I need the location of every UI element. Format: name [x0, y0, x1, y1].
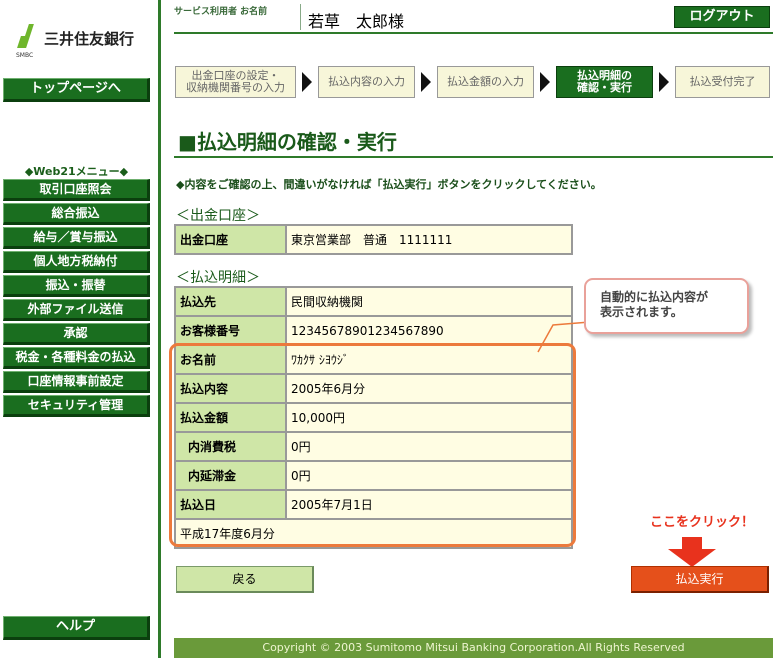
table-row: お客様番号 12345678901234567890 [174, 315, 573, 346]
instruction-text: ◆内容をご確認の上、間違いがなければ「払込実行」ボタンをクリックしてください。 [176, 178, 602, 191]
sidebar-item-security[interactable]: セキュリティ管理 [3, 395, 150, 417]
callout-text: 自動的に払込内容が [600, 290, 709, 304]
page-title: ■払込明細の確認・実行 [178, 130, 397, 154]
sidebar-item-general-transfer[interactable]: 総合振込 [3, 203, 150, 225]
step-label: 払込受付完了 [689, 75, 756, 88]
click-hint: ここをクリック！ [650, 515, 755, 530]
table-row: 出金口座 東京営業部 普通 1111111 [174, 224, 573, 255]
row-label: 払込先 [174, 286, 287, 317]
title-rule [174, 156, 773, 158]
execute-payment-button[interactable]: 払込実行 [631, 566, 769, 593]
withdrawal-table: 出金口座 東京営業部 普通 1111111 [174, 224, 573, 255]
step-label: 払込金額の入力 [447, 75, 524, 88]
callout-bubble: 自動的に払込内容が 表示されます。 [584, 278, 749, 334]
step-confirm-execute: 払込明細の 確認・実行 [556, 66, 653, 98]
step-payment-content: 払込内容の入力 [318, 66, 415, 98]
step-arrow-icon [302, 72, 312, 92]
help-button[interactable]: ヘルプ [3, 616, 150, 640]
sidebar-item-file-send[interactable]: 外部ファイル送信 [3, 299, 150, 321]
sidebar-item-transfer[interactable]: 振込・振替 [3, 275, 150, 297]
step-payment-amount: 払込金額の入力 [437, 66, 534, 98]
footer-copyright: Copyright © 2003 Sumitomo Mitsui Banking… [174, 638, 773, 658]
step-complete: 払込受付完了 [675, 66, 770, 98]
sidebar-item-tax-payment[interactable]: 税金・各種料金の払込 [3, 347, 150, 369]
row-value: 民間収納機関 [285, 286, 573, 317]
user-name: 若草 太郎様 [308, 12, 405, 31]
auto-filled-highlight [169, 343, 576, 547]
sidebar-item-approval[interactable]: 承認 [3, 323, 150, 345]
sidebar-item-account-inquiry[interactable]: 取引口座照会 [3, 179, 150, 201]
sidebar-divider [158, 0, 161, 658]
step-label: 払込内容の入力 [328, 75, 405, 88]
bank-sub: SMBC [16, 52, 34, 59]
header-rule [174, 32, 773, 34]
step-label: 収納機関番号の入力 [186, 81, 285, 94]
step-account-setup: 出金口座の設定・ 収納機関番号の入力 [175, 66, 296, 98]
withdrawal-value: 東京営業部 普通 1111111 [285, 224, 573, 255]
row-value: 12345678901234567890 [285, 315, 573, 346]
header-divider [300, 4, 301, 30]
smbc-leaf-icon [17, 22, 34, 48]
table-row: 払込先 民間収納機関 [174, 286, 573, 317]
step-label: 確認・実行 [577, 81, 632, 94]
top-page-button[interactable]: トップページへ [3, 78, 150, 102]
bank-name: 三井住友銀行 [44, 30, 135, 48]
callout-text: 表示されます。 [600, 305, 683, 319]
row-label: お客様番号 [174, 315, 287, 346]
sidebar-item-account-presetting[interactable]: 口座情報事前設定 [3, 371, 150, 393]
details-section-title: ＜払込明細＞ [176, 270, 260, 286]
withdrawal-section-title: ＜出金口座＞ [176, 208, 260, 224]
step-arrow-icon [540, 72, 550, 92]
logout-button[interactable]: ログアウト [674, 6, 770, 28]
sidebar-item-salary-transfer[interactable]: 給与／賞与振込 [3, 227, 150, 249]
step-arrow-icon [421, 72, 431, 92]
back-button[interactable]: 戻る [176, 566, 314, 593]
step-arrow-icon [659, 72, 669, 92]
menu-title: ◆Web21メニュー◆ [24, 165, 129, 178]
sidebar-item-local-tax[interactable]: 個人地方税納付 [3, 251, 150, 273]
sidebar: 三井住友銀行 SMBC トップページへ ◆Web21メニュー◆ 取引口座照会 総… [0, 0, 153, 658]
user-label: サービス利用者 お名前 [174, 7, 268, 17]
withdrawal-label: 出金口座 [174, 224, 287, 255]
bank-logo[interactable]: 三井住友銀行 SMBC [14, 20, 154, 64]
arrow-down-icon [668, 537, 716, 567]
